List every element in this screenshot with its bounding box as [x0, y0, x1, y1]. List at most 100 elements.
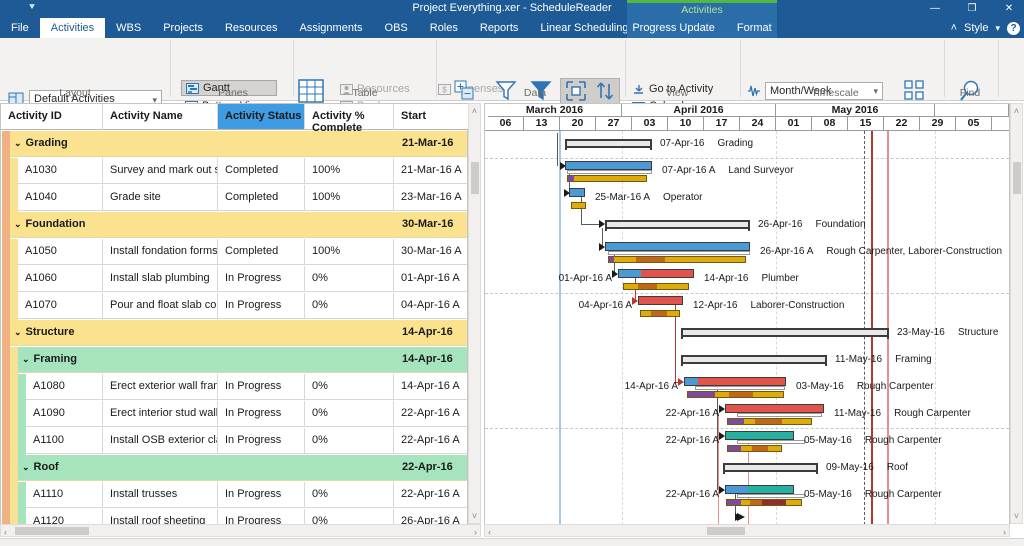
timescale-week[interactable]: 22	[884, 117, 920, 131]
timescale-month[interactable]: March 2016	[488, 104, 622, 117]
scroll-up-icon[interactable]: ˄	[1011, 106, 1022, 116]
timescale-week[interactable]: 10	[668, 117, 704, 131]
gantt-hscroll-thumb[interactable]	[707, 527, 745, 535]
activity-id: A1040	[18, 185, 103, 211]
activity-bar[interactable]	[684, 377, 786, 386]
summary-bar[interactable]	[681, 328, 889, 337]
scroll-down-icon[interactable]: ˅	[469, 511, 480, 521]
summary-bar[interactable]	[723, 463, 818, 472]
tab-obs[interactable]: OBS	[374, 18, 419, 38]
table-hscroll-thumb[interactable]	[15, 527, 89, 535]
column-header-activity-complete[interactable]: Activity % Complete	[305, 104, 394, 130]
activity-bar[interactable]	[725, 404, 824, 413]
contextual-tabs: Progress UpdateFormat	[627, 18, 777, 38]
timescale-week[interactable]: 27	[596, 117, 632, 131]
group-row-framing[interactable]: ⌄Framing14-Apr-16	[1, 347, 467, 374]
group-row-roof[interactable]: ⌄Roof22-Apr-16	[1, 455, 467, 482]
tab-resources[interactable]: Resources	[214, 18, 289, 38]
collapse-chevron-icon[interactable]: ⌄	[14, 138, 22, 148]
gantt-timescale-header[interactable]: March 2016April 2016May 2016 061320270310…	[485, 104, 1009, 131]
column-header-activity-status[interactable]: Activity Status	[218, 104, 305, 130]
bar-segment-red	[726, 405, 823, 412]
column-header-start[interactable]: Start	[394, 104, 469, 130]
tab-assignments[interactable]: Assignments	[289, 18, 374, 38]
minimize-icon[interactable]: —	[920, 0, 950, 18]
activity-status: Completed	[218, 239, 305, 265]
help-icon[interactable]: ?	[1007, 22, 1020, 35]
tab-progress-update[interactable]: Progress Update	[621, 18, 726, 38]
timescale-week[interactable]: 03	[632, 117, 668, 131]
gantt-row: 01-Apr-16 A14-Apr-16Plumber	[485, 266, 1009, 293]
summary-bar[interactable]	[605, 220, 750, 229]
table-row-a1110[interactable]: A1110Install trussesIn Progress0%22-Apr-…	[1, 482, 467, 509]
activity-bar[interactable]	[569, 188, 585, 197]
group-row-structure[interactable]: ⌄Structure14-Apr-16	[1, 320, 467, 347]
table-row-a1090[interactable]: A1090Erect interior stud wallsIn Progres…	[1, 401, 467, 428]
table-row-a1070[interactable]: A1070Pour and float slab concreteIn Prog…	[1, 293, 467, 320]
group-row-grading[interactable]: ⌄Grading21-Mar-16	[1, 131, 467, 158]
style-button[interactable]: Style	[964, 22, 988, 34]
baseline-segment-gold	[786, 500, 801, 505]
timescale-week[interactable]: 01	[776, 117, 812, 131]
timescale-week[interactable]: 24	[740, 117, 776, 131]
table-row-a1120[interactable]: A1120Install roof sheetingIn Progress0%2…	[1, 509, 467, 525]
table-row-a1100[interactable]: A1100Install OSB exterior claddingIn Pro…	[1, 428, 467, 455]
scroll-right-icon[interactable]: ›	[1003, 527, 1006, 537]
summary-bar[interactable]	[565, 139, 652, 148]
collapse-chevron-icon[interactable]: ⌄	[22, 354, 30, 364]
tab-reports[interactable]: Reports	[469, 18, 530, 38]
timescale-week[interactable]: 15	[848, 117, 884, 131]
summary-bar[interactable]	[681, 355, 827, 364]
table-vertical-scrollbar[interactable]: ˄ ˅	[468, 103, 481, 524]
tab-projects[interactable]: Projects	[152, 18, 214, 38]
gantt-vscroll-thumb[interactable]	[1013, 162, 1021, 194]
close-icon[interactable]: ✕	[994, 0, 1024, 18]
table-row-a1050[interactable]: A1050Install fondation formsCompleted100…	[1, 239, 467, 266]
timescale-week[interactable]: 20	[560, 117, 596, 131]
tab-wbs[interactable]: WBS	[105, 18, 152, 38]
activity-bar[interactable]	[725, 485, 794, 494]
column-header-activity-id[interactable]: Activity ID	[1, 104, 103, 130]
scroll-right-icon[interactable]: ›	[474, 527, 477, 537]
activity-bar[interactable]	[565, 161, 652, 170]
collapse-ribbon-icon[interactable]: ˄	[951, 22, 957, 34]
activity-bar[interactable]	[618, 269, 694, 278]
tab-file[interactable]: File	[0, 18, 40, 38]
timescale-month[interactable]: April 2016	[622, 104, 776, 117]
timescale-month[interactable]	[935, 104, 1009, 117]
scroll-left-icon[interactable]: ‹	[488, 527, 491, 537]
collapse-chevron-icon[interactable]: ⌄	[14, 219, 22, 229]
style-caret-icon[interactable]: ▾	[995, 23, 1000, 34]
table-row-a1080[interactable]: A1080Erect exterior wall framesIn Progre…	[1, 374, 467, 401]
timescale-week[interactable]: 08	[812, 117, 848, 131]
group-row-foundation[interactable]: ⌄Foundation30-Mar-16	[1, 212, 467, 239]
gantt-horizontal-scrollbar[interactable]: ‹ ›	[484, 524, 1010, 537]
collapse-chevron-icon[interactable]: ⌄	[14, 327, 22, 337]
tab-roles[interactable]: Roles	[419, 18, 469, 38]
activity-bar[interactable]	[638, 296, 683, 305]
table-row-a1060[interactable]: A1060Install slab plumbingIn Progress0%0…	[1, 266, 467, 293]
restore-icon[interactable]: ❐	[957, 0, 987, 18]
scroll-left-icon[interactable]: ‹	[4, 527, 7, 537]
table-row-a1040[interactable]: A1040Grade siteCompleted100%23-Mar-16 A	[1, 185, 467, 212]
timescale-month[interactable]: May 2016	[776, 104, 935, 117]
gantt-vertical-scrollbar[interactable]: ˄ ˅	[1010, 103, 1023, 524]
timescale-week[interactable]: 17	[704, 117, 740, 131]
activity-status: Completed	[218, 158, 305, 184]
tab-format[interactable]: Format	[726, 18, 783, 38]
activity-bar[interactable]	[605, 242, 750, 251]
collapse-chevron-icon[interactable]: ⌄	[22, 462, 30, 472]
scroll-down-icon[interactable]: ˅	[1011, 511, 1022, 521]
table-row-a1030[interactable]: A1030Survey and mark out siteCompleted10…	[1, 158, 467, 185]
column-header-activity-name[interactable]: Activity Name	[103, 104, 218, 130]
scroll-up-icon[interactable]: ˄	[469, 106, 480, 116]
timescale-week[interactable]: 06	[488, 117, 524, 131]
timescale-week[interactable]: 29	[920, 117, 956, 131]
group-level-strip	[2, 266, 10, 293]
table-vscroll-thumb[interactable]	[471, 162, 479, 194]
activity-bar[interactable]	[725, 431, 794, 440]
timescale-week[interactable]: 05	[956, 117, 992, 131]
tab-activities[interactable]: Activities	[40, 18, 105, 38]
timescale-week[interactable]: 13	[524, 117, 560, 131]
table-horizontal-scrollbar[interactable]: ‹ ›	[0, 524, 481, 537]
